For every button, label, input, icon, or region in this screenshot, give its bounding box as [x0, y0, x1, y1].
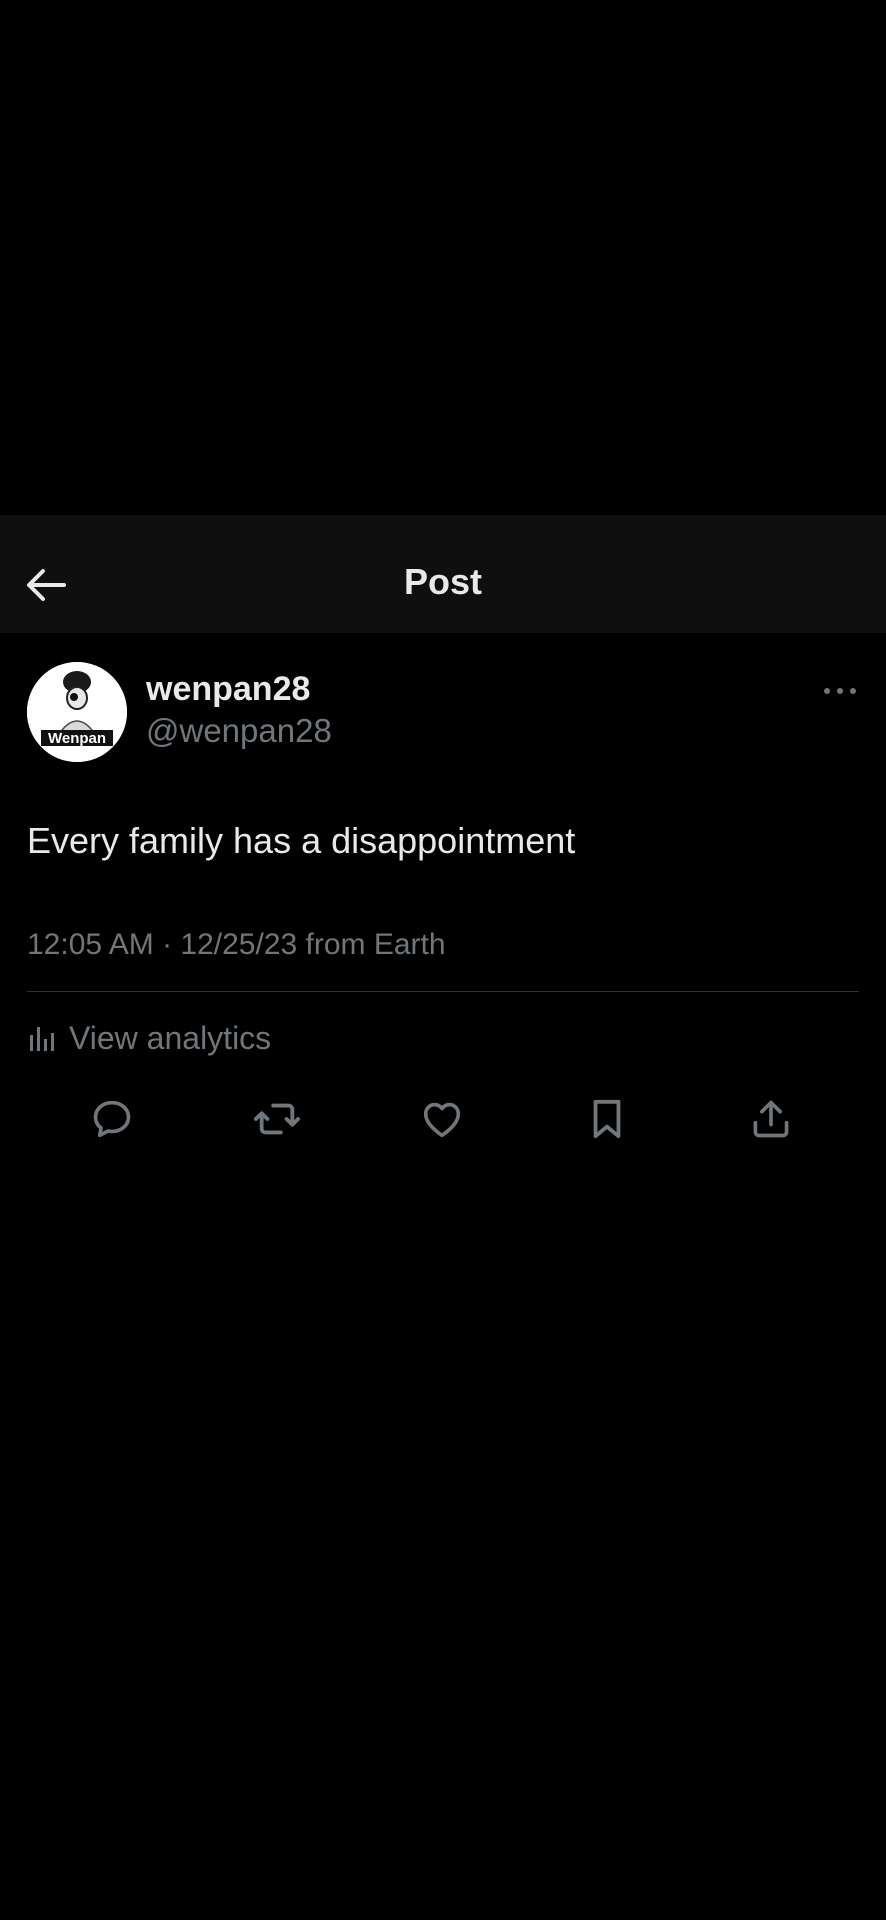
share-button[interactable]	[744, 1092, 798, 1146]
author-handle[interactable]: @wenpan28	[146, 712, 332, 750]
post-actions-bar	[0, 1092, 886, 1146]
analytics-icon	[30, 1027, 54, 1051]
bookmark-icon	[593, 1099, 621, 1139]
status-area	[0, 0, 886, 515]
reply-icon	[93, 1100, 131, 1138]
avatar-image: Wenpan	[27, 662, 127, 762]
analytics-label: View analytics	[69, 1019, 272, 1056]
page-title: Post	[403, 561, 482, 602]
post-text: Every family has a disappointment	[27, 820, 576, 861]
reply-button[interactable]	[85, 1092, 139, 1146]
repost-icon	[254, 1103, 301, 1135]
avatar[interactable]: Wenpan	[27, 662, 127, 762]
like-button[interactable]	[415, 1092, 469, 1146]
divider	[27, 991, 859, 992]
bookmark-button[interactable]	[580, 1092, 634, 1146]
more-horizontal-icon	[824, 688, 856, 694]
avatar-text: Wenpan	[48, 730, 106, 747]
repost-button[interactable]	[250, 1092, 304, 1146]
author-name[interactable]: wenpan28	[146, 670, 310, 709]
post-timestamp: 12:05 AM · 12/25/23 from Earth	[27, 928, 446, 961]
more-options-button[interactable]	[818, 676, 862, 706]
view-analytics-button[interactable]: View analytics	[27, 1018, 271, 1058]
share-icon	[753, 1100, 789, 1138]
like-icon	[423, 1102, 461, 1138]
